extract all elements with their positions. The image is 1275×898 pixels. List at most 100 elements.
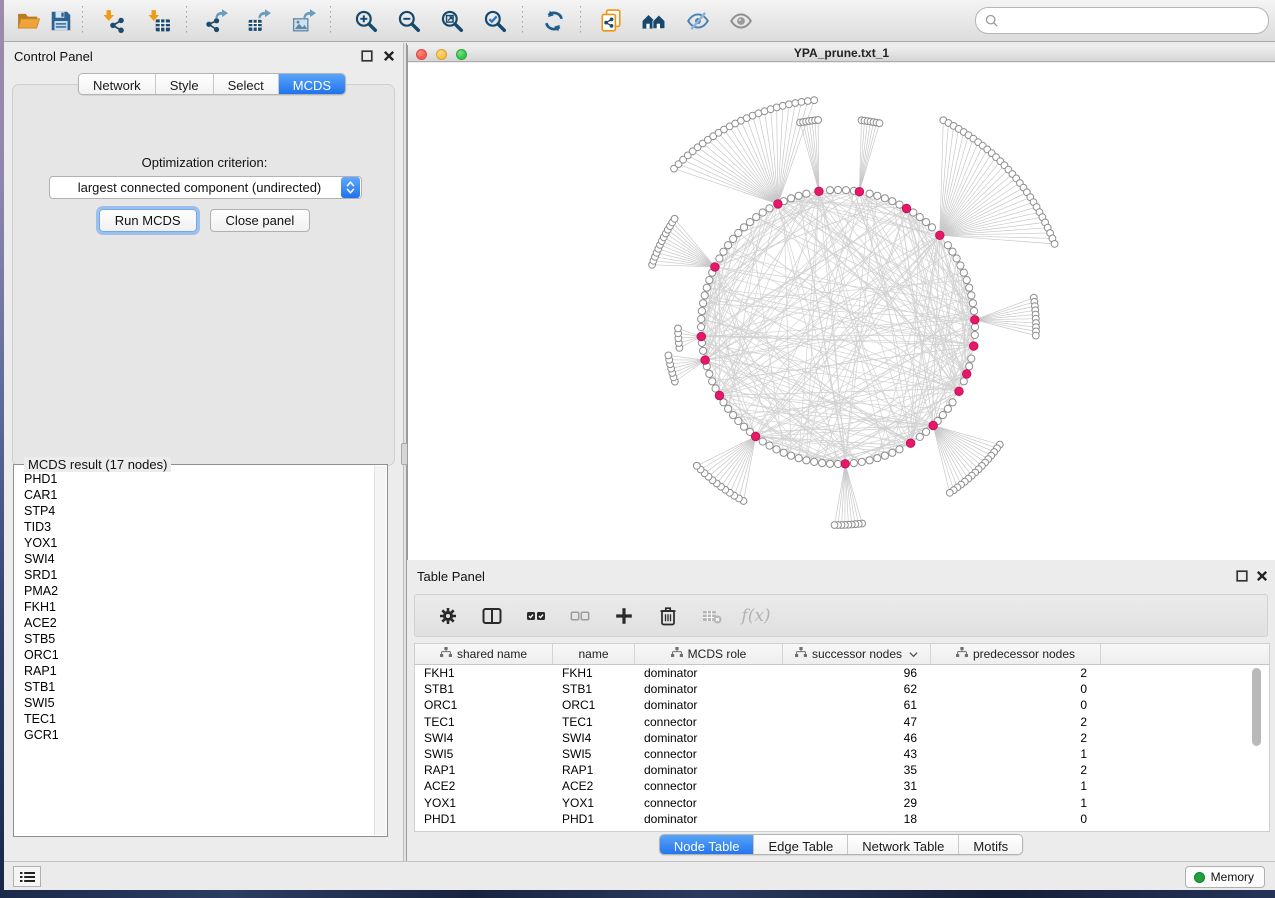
network-window-titlebar[interactable]: YPA_prune.txt_1 xyxy=(408,45,1275,62)
hide-panels-button[interactable] xyxy=(682,5,714,37)
table-cell: RAP1 xyxy=(553,762,635,778)
search-box[interactable] xyxy=(975,7,1269,34)
table-row[interactable]: FKH1FKH1dominator962 xyxy=(415,665,1269,681)
zoom-fit-button[interactable] xyxy=(436,5,468,37)
column-header-shared-name[interactable]: shared name xyxy=(415,644,553,664)
close-panel-icon[interactable] xyxy=(383,50,395,62)
mcds-result-item[interactable]: YOX1 xyxy=(15,535,373,551)
mcds-result-item[interactable]: ORC1 xyxy=(15,647,373,663)
zoom-in-button[interactable] xyxy=(350,5,382,37)
import-table-button[interactable] xyxy=(143,5,175,37)
table-row[interactable]: PHD1PHD1dominator180 xyxy=(415,811,1269,827)
mcds-result-item[interactable]: SWI5 xyxy=(15,695,373,711)
mcds-result-item[interactable]: TID3 xyxy=(15,519,373,535)
mcds-tab-content: Optimization criterion: largest connecte… xyxy=(12,84,395,466)
tab-network-table[interactable]: Network Table xyxy=(848,835,959,855)
table-row[interactable]: SWI4SWI4dominator462 xyxy=(415,730,1269,746)
deselect-all-rows-button[interactable] xyxy=(567,603,593,629)
tab-style[interactable]: Style xyxy=(156,74,214,94)
table-cell: connector xyxy=(635,778,783,794)
open-file-button[interactable] xyxy=(13,5,45,37)
table-row[interactable]: RAP1RAP1dominator352 xyxy=(415,762,1269,778)
export-table-button[interactable] xyxy=(243,5,275,37)
refresh-view-button[interactable] xyxy=(538,5,570,37)
control-panel: Control Panel Optimization criterion: la… xyxy=(4,43,403,861)
search-input[interactable] xyxy=(1004,11,1268,31)
save-session-button[interactable] xyxy=(45,5,77,37)
mcds-result-item[interactable]: ACE2 xyxy=(15,615,373,631)
table-cell: 0 xyxy=(931,697,1101,713)
mcds-result-item[interactable]: STB5 xyxy=(15,631,373,647)
select-all-rows-button[interactable] xyxy=(523,603,549,629)
memory-button[interactable]: Memory xyxy=(1185,866,1265,888)
tab-motifs[interactable]: Motifs xyxy=(959,835,1022,855)
float-panel-icon[interactable] xyxy=(361,50,373,62)
tab-mcds[interactable]: MCDS xyxy=(279,74,345,94)
table-cell: ACE2 xyxy=(415,778,553,794)
delete-table-button xyxy=(699,603,725,629)
zoom-out-button[interactable] xyxy=(393,5,425,37)
mcds-result-item[interactable]: SRD1 xyxy=(15,567,373,583)
close-panel-button[interactable]: Close panel xyxy=(210,209,311,232)
table-row[interactable]: STB1STB1dominator620 xyxy=(415,681,1269,697)
mcds-result-item[interactable]: GCR1 xyxy=(15,727,373,743)
column-header-successor-nodes[interactable]: successor nodes xyxy=(783,644,931,664)
mcds-result-item[interactable]: STP4 xyxy=(15,503,373,519)
delete-column-button[interactable] xyxy=(655,603,681,629)
column-label: successor nodes xyxy=(812,647,902,661)
show-tasks-button[interactable] xyxy=(13,866,41,887)
column-label: shared name xyxy=(457,647,527,661)
function-builder-button: f(x) xyxy=(743,603,769,629)
toolbar-separator xyxy=(522,6,523,36)
toolbar-separator xyxy=(82,6,83,36)
mcds-result-item[interactable]: PMA2 xyxy=(15,583,373,599)
mcds-result-item[interactable]: CAR1 xyxy=(15,487,373,503)
import-network-button[interactable] xyxy=(98,5,130,37)
mcds-result-item[interactable]: STB1 xyxy=(15,679,373,695)
shared-column-icon xyxy=(956,647,968,661)
table-cell: 1 xyxy=(931,746,1101,762)
network-graph[interactable] xyxy=(408,63,1275,560)
network-canvas[interactable] xyxy=(408,63,1275,560)
toolbar-separator xyxy=(330,6,331,36)
export-network-button[interactable] xyxy=(200,5,232,37)
table-settings-button[interactable] xyxy=(435,603,461,629)
mcds-result-item[interactable]: RAP1 xyxy=(15,663,373,679)
close-table-panel-icon[interactable] xyxy=(1256,570,1268,582)
table-panel-title: Table Panel xyxy=(417,569,485,584)
optimization-criterion-dropdown[interactable]: largest connected component (undirected) xyxy=(49,176,362,199)
split-table-button[interactable] xyxy=(479,603,505,629)
table-cell: SWI4 xyxy=(553,730,635,746)
tab-select[interactable]: Select xyxy=(214,74,279,94)
first-neighbors-button[interactable] xyxy=(638,5,670,37)
shared-column-icon xyxy=(440,647,452,661)
tab-network[interactable]: Network xyxy=(79,74,156,94)
table-cell: connector xyxy=(635,746,783,762)
mcds-result-item[interactable]: PHD1 xyxy=(15,471,373,487)
column-label: name xyxy=(578,647,608,661)
mcds-list-scrollbar[interactable] xyxy=(374,466,386,835)
mcds-result-item[interactable]: FKH1 xyxy=(15,599,373,615)
table-row[interactable]: ORC1ORC1dominator610 xyxy=(415,697,1269,713)
shared-column-icon xyxy=(671,647,683,661)
float-table-panel-icon[interactable] xyxy=(1236,570,1248,582)
run-mcds-button[interactable]: Run MCDS xyxy=(99,209,197,232)
table-cell: TEC1 xyxy=(415,714,553,730)
column-header-predecessor-nodes[interactable]: predecessor nodes xyxy=(931,644,1101,664)
add-column-button[interactable] xyxy=(611,603,637,629)
mcds-result-item[interactable]: TEC1 xyxy=(15,711,373,727)
share-network-document-button[interactable] xyxy=(595,5,627,37)
table-row[interactable]: SWI5SWI5connector431 xyxy=(415,746,1269,762)
table-row[interactable]: TEC1TEC1connector472 xyxy=(415,714,1269,730)
tab-node-table[interactable]: Node Table xyxy=(660,835,755,855)
export-image-button[interactable] xyxy=(288,5,320,37)
table-row[interactable]: YOX1YOX1connector291 xyxy=(415,795,1269,811)
mcds-result-item[interactable]: SWI4 xyxy=(15,551,373,567)
zoom-selected-button[interactable] xyxy=(479,5,511,37)
table-scrollbar-thumb[interactable] xyxy=(1252,668,1261,746)
table-row[interactable]: ACE2ACE2connector311 xyxy=(415,778,1269,794)
column-header-name[interactable]: name xyxy=(553,644,635,664)
show-graphics-details-button[interactable] xyxy=(725,5,757,37)
tab-edge-table[interactable]: Edge Table xyxy=(754,835,848,855)
column-header-MCDS-role[interactable]: MCDS role xyxy=(635,644,783,664)
